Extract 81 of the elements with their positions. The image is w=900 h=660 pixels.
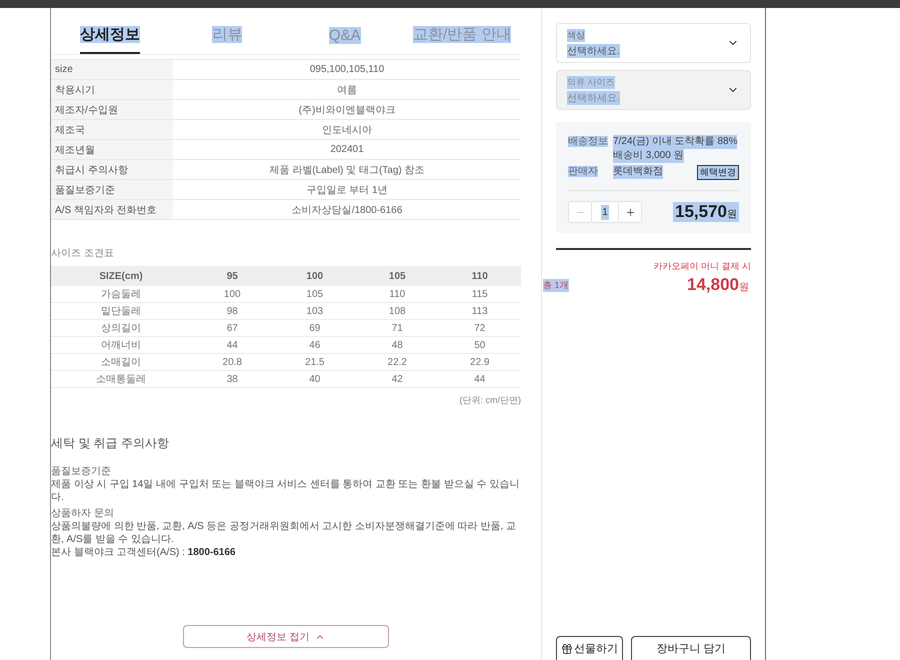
size-cell: 38 — [191, 371, 274, 388]
size-cell: 48 — [356, 337, 438, 354]
unit-note: (단위: cm/단면) — [460, 394, 521, 407]
add-to-cart-button[interactable]: 장바구니 담기 — [631, 636, 751, 660]
size-row-label: 상의길이 — [51, 320, 191, 337]
size-chart-title: 사이즈 조견표 — [51, 247, 115, 260]
select-placeholder: 선택하세요. — [567, 44, 620, 58]
spec-value: 인도네시아 — [321, 124, 373, 138]
collapse-details-button[interactable]: 상세정보 접기 — [183, 625, 389, 648]
size-cell: 44 — [438, 371, 521, 388]
size-cell: 20.8 — [191, 354, 274, 371]
benefit-change-button[interactable]: 혜택변경 — [697, 165, 739, 180]
select-label: 의류 사이즈 — [567, 76, 615, 88]
size-cell: 22.2 — [356, 354, 438, 371]
total-count: 총 1개 — [543, 278, 569, 292]
size-header-cell: 100 — [274, 266, 356, 286]
size-cell: 115 — [438, 286, 521, 303]
info-label: 배송정보 — [568, 135, 609, 149]
size-cell: 100 — [191, 286, 274, 303]
select-placeholder: 선택하세요. — [567, 90, 620, 104]
payment-note: 카카오페이 머니 결제 시 — [653, 260, 751, 273]
size-cell: 46 — [274, 337, 356, 354]
size-cell: 98 — [191, 303, 274, 320]
care-title: 세탁 및 취급 주의사항 — [51, 435, 170, 452]
spec-label: 제조자/수입원 — [51, 100, 173, 119]
size-cell: 69 — [274, 320, 356, 337]
size-cell: 105 — [274, 286, 356, 303]
spec-value: 여름 — [336, 84, 358, 98]
size-row-label: 소매통둘레 — [51, 371, 191, 388]
care-heading: 상품하자 문의 — [51, 507, 115, 520]
info-text: 롯데백화점 — [613, 165, 663, 179]
size-row-label: 가슴둘레 — [51, 286, 191, 303]
spec-label: size — [51, 60, 173, 79]
spec-label: 품질보증기준 — [51, 180, 173, 199]
spec-value: 095,100,105,110 — [308, 63, 386, 77]
size-cell: 108 — [356, 303, 438, 320]
size-cell: 110 — [356, 286, 438, 303]
size-cell: 113 — [438, 303, 521, 320]
spec-label: 제조년월 — [51, 140, 173, 159]
size-cell: 67 — [191, 320, 274, 337]
size-header-cell: 105 — [356, 266, 438, 286]
care-text: 상품의불량에 의한 반품, 교환, A/S 등은 공정거래위원회에서 고시한 소비자분쟁해결기준에 따라 반품, 교환, A/S를 받을 수 있습니다. — [51, 520, 518, 546]
info-text: 배송비 3,000 원 — [613, 149, 684, 163]
size-cell: 42 — [356, 371, 438, 388]
spec-value: 소비자상담실/1800-6166 — [290, 204, 404, 218]
size-cell: 21.5 — [274, 354, 356, 371]
price-text: 15,570원 — [673, 202, 739, 222]
size-cell: 22.9 — [438, 354, 521, 371]
size-row-label: 어깨너비 — [51, 337, 191, 354]
spec-label: 착용시기 — [51, 80, 173, 99]
gift-icon — [561, 642, 573, 654]
size-cell: 40 — [274, 371, 356, 388]
spec-label: 제조국 — [51, 120, 173, 139]
size-cell: 71 — [356, 320, 438, 337]
increase-button[interactable] — [618, 201, 642, 223]
care-text: 제품 이상 시 구입 14일 내에 구입처 또는 블랙야크 서비스 센터를 통하여 교환 또는 환불 받으실 수 있습니다. — [51, 478, 520, 504]
select-label: 색상 — [567, 28, 585, 42]
option-select[interactable]: 색상 선택하세요. — [556, 23, 751, 63]
gift-button[interactable]: 선물하기 — [556, 636, 623, 660]
size-header-cell: 110 — [438, 266, 521, 286]
plus-icon — [624, 206, 636, 218]
size-header-cell: SIZE(cm) — [51, 266, 191, 286]
size-cell: 50 — [438, 337, 521, 354]
spec-label: 취급시 주의사항 — [51, 160, 173, 179]
care-text: 본사 블랙야크 고객센터(A/S) : 1800-6166 — [51, 546, 236, 559]
size-cell: 44 — [191, 337, 274, 354]
spec-label: A/S 책임자와 전화번호 — [51, 200, 173, 219]
size-row-label: 소매길이 — [51, 354, 191, 371]
size-row-label: 밑단둘레 — [51, 303, 191, 320]
info-label: 판매자 — [568, 165, 599, 179]
spec-value: 구입일로 부터 1년 — [305, 184, 389, 198]
quantity-field[interactable]: 1 — [592, 201, 618, 223]
info-text: 7/24(금) 이내 도착확률 88% — [613, 135, 738, 149]
size-cell: 72 — [438, 320, 521, 337]
spec-value: 제품 라벨(Label) 및 태그(Tag) 참조 — [268, 164, 426, 178]
total-price: 14,800원 — [686, 275, 750, 295]
size-cell: 103 — [274, 303, 356, 320]
spec-value: (주)비와이엔블랙야크 — [298, 104, 396, 118]
care-heading: 품질보증기준 — [51, 465, 112, 478]
size-header-cell: 95 — [191, 266, 274, 286]
spec-value: 202401 — [329, 143, 365, 157]
